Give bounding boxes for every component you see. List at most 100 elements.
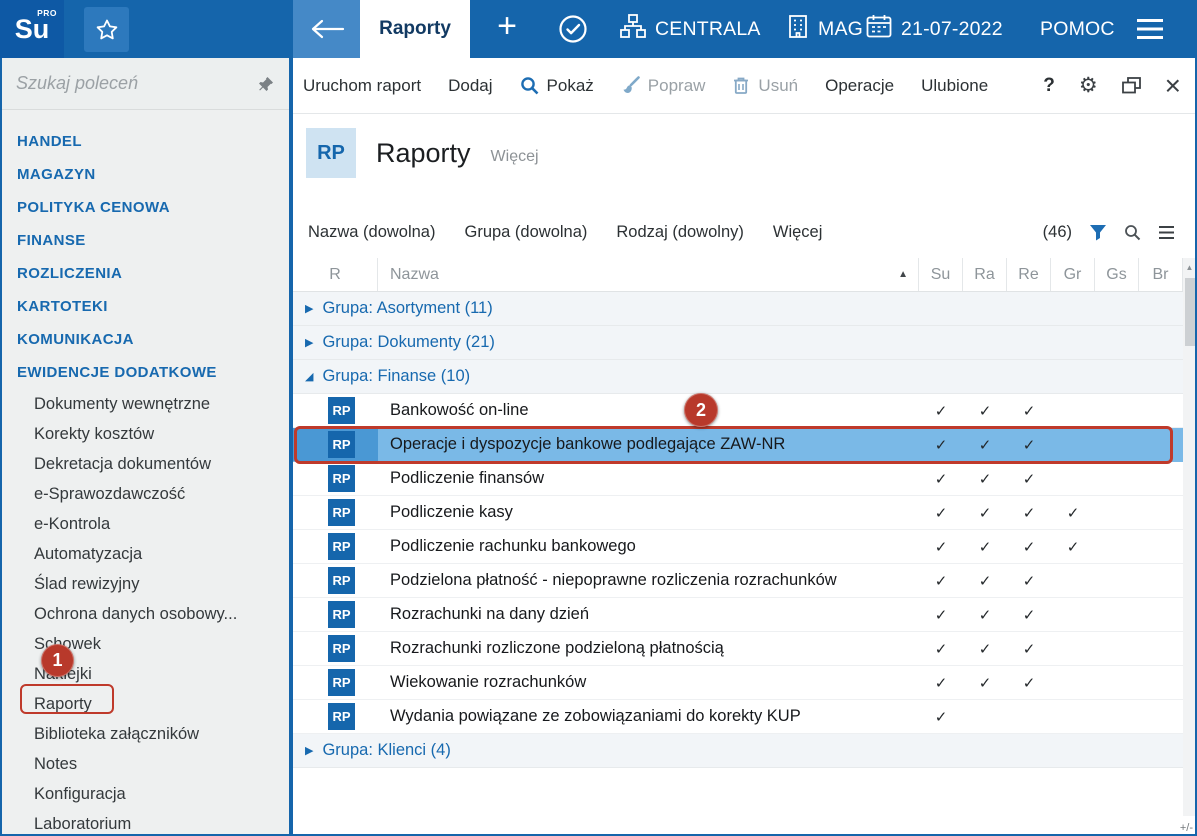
column-header-nazwa[interactable]: Nazwa ▲ xyxy=(378,258,919,291)
sidebar-item-konfiguracja[interactable]: Konfiguracja xyxy=(0,779,289,809)
help-button[interactable]: ? xyxy=(1043,75,1055,97)
brush-icon xyxy=(621,76,640,95)
topbar: Su PRO Raporty + CENTRALA MAG 21-07-2022… xyxy=(0,0,1197,58)
sidebar-item-kartoteki[interactable]: KARTOTEKI xyxy=(0,290,289,323)
branch-selector[interactable]: CENTRALA xyxy=(620,0,761,58)
toolbar-ulubione-button[interactable]: Ulubione xyxy=(921,76,988,96)
search-input[interactable] xyxy=(0,73,249,94)
sidebar-item-laboratorium[interactable]: Laboratorium xyxy=(0,809,289,836)
filter-rodzaj-dowolny[interactable]: Rodzaj (dowolny) xyxy=(616,223,743,242)
sidebar-item-ochrona-danych-osobowy[interactable]: Ochrona danych osobowy... xyxy=(0,599,289,629)
sidebar-item-finanse[interactable]: FINANSE xyxy=(0,224,289,257)
table-row[interactable]: RPPodliczenie finansów✓✓✓ xyxy=(293,462,1183,496)
check-cell-su: ✓ xyxy=(919,394,963,427)
table-header: R Nazwa ▲ SuRaReGrGsBr xyxy=(293,258,1183,292)
collapse-icon[interactable]: ◢ xyxy=(305,370,313,383)
group-row-grupa-asortyment-11[interactable]: ▶Grupa: Asortyment (11) xyxy=(293,292,1183,326)
expand-icon[interactable]: ▶ xyxy=(305,744,313,757)
sidebar-item-automatyzacja[interactable]: Automatyzacja xyxy=(0,539,289,569)
sidebar-item-rozliczenia[interactable]: ROZLICZENIA xyxy=(0,257,289,290)
warehouse-selector[interactable]: MAG xyxy=(787,0,863,58)
table-row[interactable]: RPPodliczenie kasy✓✓✓✓ xyxy=(293,496,1183,530)
column-header-su[interactable]: Su xyxy=(919,258,963,291)
sidebar-item-korekty-koszt-w[interactable]: Korekty kosztów xyxy=(0,419,289,449)
column-header-re[interactable]: Re xyxy=(1007,258,1051,291)
app-logo[interactable]: Su PRO xyxy=(0,0,64,58)
table-row[interactable]: RPPodzielona płatność - niepoprawne rozl… xyxy=(293,564,1183,598)
check-cell-gr xyxy=(1051,564,1095,597)
column-header-r[interactable]: R xyxy=(293,258,378,291)
filter-funnel-icon[interactable] xyxy=(1089,224,1107,241)
close-icon[interactable]: × xyxy=(1165,76,1181,96)
table-row[interactable]: RPRozrachunki na dany dzień✓✓✓ xyxy=(293,598,1183,632)
sidebar-item-handel[interactable]: HANDEL xyxy=(0,125,289,158)
toolbar-label: Dodaj xyxy=(448,76,492,96)
sidebar-item-e-sprawozdawczo[interactable]: e-Sprawozdawczość xyxy=(0,479,289,509)
pin-icon[interactable] xyxy=(249,67,283,101)
toolbar-uruchom-raport-button[interactable]: Uruchom raport xyxy=(303,76,421,96)
tab-raporty[interactable]: Raporty xyxy=(360,0,470,58)
group-row-grupa-klienci-4[interactable]: ▶Grupa: Klienci (4) xyxy=(293,734,1183,768)
toolbar-usu-button[interactable]: Usuń xyxy=(732,76,798,96)
group-row-grupa-dokumenty-21[interactable]: ▶ Grupa: Dokumenty (21) xyxy=(293,326,1183,360)
group-label: Grupa: Dokumenty (21) xyxy=(322,333,494,352)
list-options-icon[interactable] xyxy=(1158,225,1175,240)
sidebar-item-biblioteka-za-cznik-w[interactable]: Biblioteka załączników xyxy=(0,719,289,749)
filter-grupa-dowolna[interactable]: Grupa (dowolna) xyxy=(464,223,587,242)
back-button[interactable] xyxy=(293,0,360,58)
table-row[interactable]: RPWydania powiązane ze zobowiązaniami do… xyxy=(293,700,1183,734)
search-icon[interactable] xyxy=(1124,224,1141,241)
filter-nazwa-dowolna[interactable]: Nazwa (dowolna) xyxy=(308,223,435,242)
check-cell-gs xyxy=(1095,598,1139,631)
sidebar-item-notes[interactable]: Notes xyxy=(0,749,289,779)
toolbar-popraw-button[interactable]: Popraw xyxy=(621,76,706,96)
toolbar-dodaj-button[interactable]: Dodaj xyxy=(448,76,492,96)
check-cell-re: ✓ xyxy=(1007,666,1051,699)
group-label: Grupa: Finanse (10) xyxy=(322,367,470,386)
column-header-gs[interactable]: Gs xyxy=(1095,258,1139,291)
sort-ascending-icon[interactable]: ▲ xyxy=(898,269,908,280)
main-menu-button[interactable] xyxy=(1136,18,1164,40)
favorites-star-button[interactable] xyxy=(84,7,129,52)
table-row[interactable]: RPRozrachunki rozliczone podzieloną płat… xyxy=(293,632,1183,666)
table-row[interactable]: RPBankowość on-line✓✓✓ xyxy=(293,394,1183,428)
check-cell-br xyxy=(1139,564,1183,597)
more-link[interactable]: Więcej xyxy=(491,148,539,166)
check-cell-su: ✓ xyxy=(919,632,963,665)
sidebar-item-ewidencje-dodatkowe[interactable]: EWIDENCJE DODATKOWE xyxy=(0,356,289,389)
sidebar-item-e-kontrola[interactable]: e-Kontrola xyxy=(0,509,289,539)
sidebar-item-dokumenty-wewn-trzne[interactable]: Dokumenty wewnętrzne xyxy=(0,389,289,419)
column-header-br[interactable]: Br xyxy=(1139,258,1183,291)
sidebar-item-polityka-cenowa[interactable]: POLITYKA CENOWA xyxy=(0,191,289,224)
sidebar-menu: HANDELMAGAZYNPOLITYKA CENOWAFINANSEROZLI… xyxy=(0,125,289,836)
column-header-ra[interactable]: Ra xyxy=(963,258,1007,291)
window-border-left xyxy=(0,58,2,836)
toolbar-poka-button[interactable]: Pokaż xyxy=(520,76,594,96)
expand-icon[interactable]: ▶ xyxy=(305,302,313,315)
check-cell-ra: ✓ xyxy=(963,564,1007,597)
sync-status-icon[interactable] xyxy=(558,14,588,44)
detach-window-icon[interactable] xyxy=(1122,77,1141,94)
sidebar-item-raporty[interactable]: Raporty xyxy=(0,689,289,719)
table-row[interactable]: RPWiekowanie rozrachunków✓✓✓ xyxy=(293,666,1183,700)
column-header-gr[interactable]: Gr xyxy=(1051,258,1095,291)
organization-icon xyxy=(620,14,646,44)
new-tab-button[interactable]: + xyxy=(470,0,544,58)
table-row[interactable]: RPPodliczenie rachunku bankowego✓✓✓✓ xyxy=(293,530,1183,564)
table-row[interactable]: RPOperacje i dyspozycje bankowe podlegaj… xyxy=(293,428,1183,462)
expand-icon[interactable]: ▶ xyxy=(305,336,313,349)
filter-wi-cej[interactable]: Więcej xyxy=(773,223,823,242)
sidebar-item-komunikacja[interactable]: KOMUNIKACJA xyxy=(0,323,289,356)
date-selector[interactable]: 21-07-2022 xyxy=(866,0,1003,58)
sidebar-item-lad-rewizyjny[interactable]: Ślad rewizyjny xyxy=(0,569,289,599)
gear-icon[interactable]: ⚙ xyxy=(1079,73,1098,98)
toolbar-operacje-button[interactable]: Operacje xyxy=(825,76,894,96)
toolbar-label: Usuń xyxy=(758,76,798,96)
scrollbar-thumb[interactable] xyxy=(1185,278,1195,346)
sidebar-item-dekretacja-dokument-w[interactable]: Dekretacja dokumentów xyxy=(0,449,289,479)
report-name-cell: Bankowość on-line xyxy=(378,394,919,427)
help-menu[interactable]: POMOC xyxy=(1040,0,1115,58)
sidebar-item-magazyn[interactable]: MAGAZYN xyxy=(0,158,289,191)
group-row-grupa-finanse-10[interactable]: ◢ Grupa: Finanse (10) xyxy=(293,360,1183,394)
check-cell-gs xyxy=(1095,700,1139,733)
